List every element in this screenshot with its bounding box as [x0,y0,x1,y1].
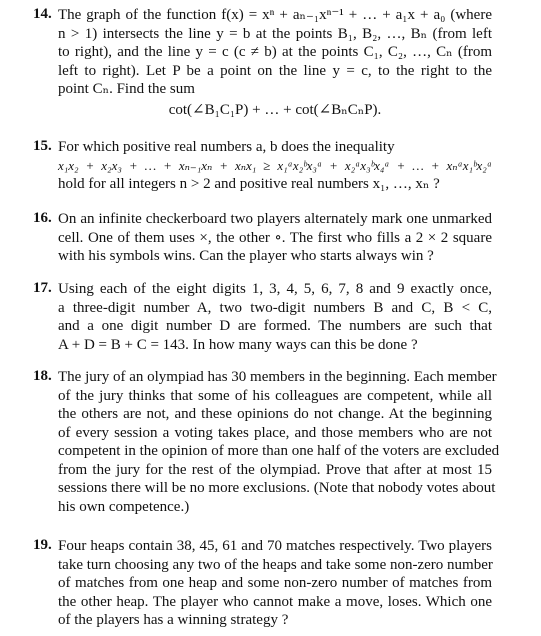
problem-number: 19. [33,537,52,553]
text-line: his own competence.) [58,498,190,515]
text-line: left to right). Let P be a point on the … [58,62,492,79]
problem-number: 16. [33,210,52,226]
problem-text: On an infinite checkerboard two players … [58,210,492,266]
inequality-formula: x₁x₂ + x₂x₃ + … + xₙ₋₁xₙ + xₙx₁ ≥ x₁ᵃx₂ᵇ… [58,157,492,173]
text-line: of matches from one heap and some non-ze… [58,575,492,591]
text-line: and a one digit number D are formed. The… [58,318,492,334]
text-line: to right), and the line y = c (c ≠ b) at… [58,44,492,60]
text-line: cell. One of them uses ×, the other ∘. T… [58,229,492,246]
problem-number: 14. [33,6,52,22]
text-line: take turn choosing any two of the heaps … [58,556,493,573]
text-line: The graph of the function f(x) = xⁿ + aₙ… [58,7,492,23]
text-line: of the players has a winning strategy ? [58,612,289,628]
problem-number: 15. [33,138,52,154]
text-line: On an infinite checkerboard two players … [58,211,492,227]
text-line: of every session a voting takes place, a… [58,424,492,441]
text-line: n > 1) intersects the line y = b at the … [58,25,492,42]
problem-text: Four heaps contain 38, 45, 61 and 70 mat… [58,537,493,630]
text-line: sessions there will be no more exclusion… [58,480,496,496]
text-line: Using each of the eight digits 1, 3, 4, … [58,281,492,297]
problem-text: Using each of the eight digits 1, 3, 4, … [58,280,492,354]
text-line: of the jury thinks that some of his coll… [58,387,492,404]
text-line: For which positive real numbers a, b doe… [58,139,395,155]
text-line: the others are not, and these opinions d… [58,406,492,422]
problem-text: The graph of the function f(x) = xⁿ + aₙ… [58,6,492,121]
text-line: hold for all integers n > 2 and positive… [58,176,440,192]
text-line: competent in the opinion of more than on… [58,443,500,459]
problem-text: The jury of an olympiad has 30 members i… [58,368,500,516]
problem-number: 17. [33,280,52,296]
text-line: from the jury for the rest of the olympi… [58,461,492,478]
text-line: The jury of an olympiad has 30 members i… [58,369,497,385]
text-line: Four heaps contain 38, 45, 61 and 70 mat… [58,538,492,554]
problem-number: 18. [33,368,52,384]
text-line: A + D = B + C = 143. In how many ways ca… [58,336,418,353]
text-line: the other heap. The player who cannot ma… [58,593,492,610]
display-formula: cot(∠B₁C₁P) + … + cot(∠BₙCₙP). [168,101,382,118]
text-line: with his symbols wins. Can the player wh… [58,248,434,264]
text-line: a three-digit number A, two two-digit nu… [58,299,492,316]
text-line: point Cₙ. Find the sum [58,81,195,97]
problem-text: For which positive real numbers a, b doe… [58,138,492,194]
